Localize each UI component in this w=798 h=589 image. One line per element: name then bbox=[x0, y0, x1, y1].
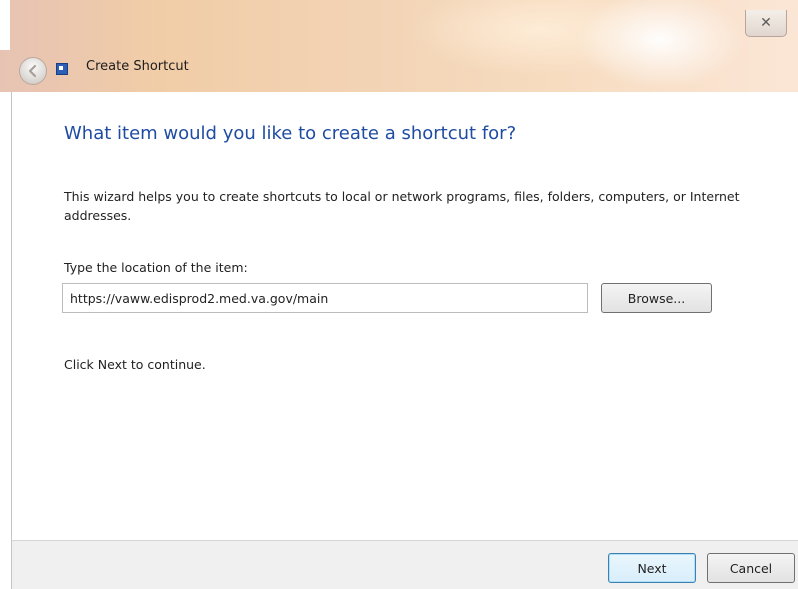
title-bar: ✕ Create Shortcut bbox=[0, 0, 798, 92]
next-button[interactable]: Next bbox=[608, 553, 696, 583]
location-input[interactable] bbox=[62, 283, 588, 313]
wizard-content: What item would you like to create a sho… bbox=[11, 92, 798, 540]
wizard-description: This wizard helps you to create shortcut… bbox=[64, 189, 740, 223]
window-title: Create Shortcut bbox=[86, 59, 189, 74]
close-icon: ✕ bbox=[760, 15, 772, 31]
location-label: Type the location of the item: bbox=[64, 260, 248, 275]
continue-note: Click Next to continue. bbox=[64, 357, 206, 372]
title-bar-strip bbox=[0, 0, 10, 50]
back-arrow-icon bbox=[28, 64, 37, 78]
back-button[interactable] bbox=[19, 57, 47, 85]
shortcut-icon bbox=[56, 63, 68, 75]
browse-button[interactable]: Browse... bbox=[601, 283, 712, 313]
wizard-footer: Next Cancel bbox=[11, 540, 798, 589]
cancel-button[interactable]: Cancel bbox=[707, 553, 795, 583]
close-button[interactable]: ✕ bbox=[745, 10, 787, 37]
wizard-heading: What item would you like to create a sho… bbox=[64, 123, 517, 144]
